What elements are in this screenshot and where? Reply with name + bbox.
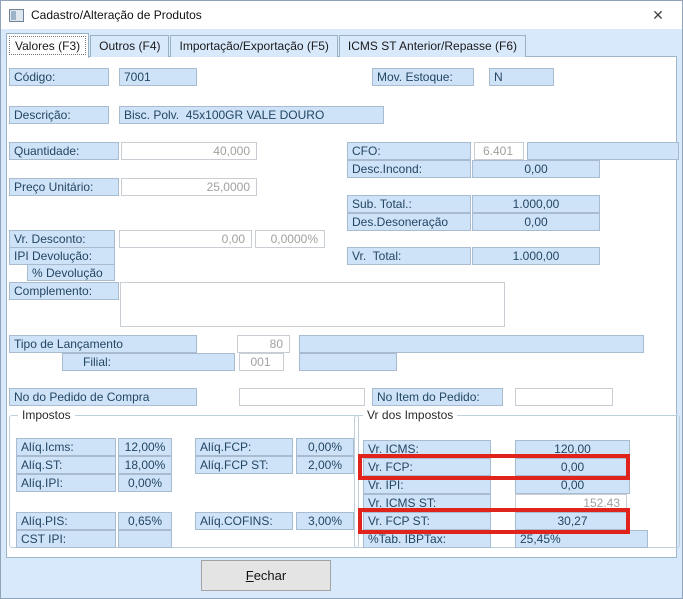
quantidade-label: Quantidade: xyxy=(9,142,119,160)
aliq-pis-label: Alíq.PIS: xyxy=(16,512,116,530)
des-desoneracao-field[interactable]: 0,00 xyxy=(472,213,600,231)
vr-impostos-group-title: Vr dos Impostos xyxy=(363,408,457,422)
cfo-label: CFO: xyxy=(347,142,471,160)
vr-icms-label: Vr. ICMS: xyxy=(363,440,491,458)
aliq-icms-label: Alíq.Icms: xyxy=(16,438,116,456)
complemento-label: Complemento: xyxy=(9,282,119,300)
vr-fcp-st-field[interactable]: 30,27 xyxy=(515,512,630,530)
complemento-input[interactable] xyxy=(120,282,505,327)
aliq-ipi-field[interactable]: 0,00% xyxy=(118,474,172,492)
fechar-mnemonic: F xyxy=(246,568,254,583)
vr-ipi-field[interactable]: 0,00 xyxy=(515,476,630,494)
vr-fcp-label: Vr. FCP: xyxy=(363,458,491,476)
des-desoneracao-label: Des.Desoneração xyxy=(347,213,471,231)
quantidade-field: 40,000 xyxy=(121,142,257,160)
tab-importacao-exportacao[interactable]: Importação/Exportação (F5) xyxy=(170,35,337,57)
codigo-label: Código: xyxy=(9,68,109,86)
vr-desconto-label: Vr. Desconto: xyxy=(9,230,115,248)
sub-total-field[interactable]: 1.000,00 xyxy=(472,195,600,213)
preco-unitario-field: 25,0000 xyxy=(121,178,257,196)
app-icon xyxy=(9,9,24,22)
aliq-fcp-st-label: Alíq.FCP ST: xyxy=(195,456,293,474)
vr-impostos-group: Vr dos Impostos Vr. ICMS: 120,00 Vr. FCP… xyxy=(354,415,680,548)
descricao-field[interactable]: Bisc. Polv. 45x100GR VALE DOURO xyxy=(119,106,384,124)
cfo-extra-field[interactable] xyxy=(527,142,679,160)
descricao-label: Descrição: xyxy=(9,106,109,124)
tab-valores[interactable]: Valores (F3) xyxy=(6,33,89,58)
vr-total-field[interactable]: 1.000,00 xyxy=(472,247,600,265)
cst-ipi-field[interactable] xyxy=(118,530,172,548)
tab-bar: Valores (F3) Outros (F4) Importação/Expo… xyxy=(6,31,527,57)
tipo-lancamento-label: Tipo de Lançamento xyxy=(9,335,197,353)
tab-ibptax-label: %Tab. IBPTax: xyxy=(363,530,491,548)
fechar-rest: echar xyxy=(254,568,287,583)
preco-unitario-label: Preço Unitário: xyxy=(9,178,119,196)
item-pedido-label: No Item do Pedido: xyxy=(372,388,503,406)
aliq-ipi-label: Alíq.IPI: xyxy=(16,474,116,492)
sub-total-label: Sub. Total.: xyxy=(347,195,471,213)
aliq-icms-field[interactable]: 12,00% xyxy=(118,438,172,456)
filial-desc-field[interactable] xyxy=(299,353,397,371)
vr-icms-st-field: 152.43 xyxy=(515,494,627,512)
dialog-footer: Fechar xyxy=(1,558,683,599)
tipo-lancamento-desc-field[interactable] xyxy=(299,335,644,353)
vr-fcp-field[interactable]: 0,00 xyxy=(515,458,630,476)
close-icon[interactable]: ✕ xyxy=(648,5,668,25)
cfo-field: 6.401 xyxy=(474,142,524,160)
aliq-cofins-label: Alíq.COFINS: xyxy=(195,512,293,530)
tab-outros[interactable]: Outros (F4) xyxy=(90,35,169,57)
aliq-st-field[interactable]: 18,00% xyxy=(118,456,172,474)
aliq-fcp-st-field[interactable]: 2,00% xyxy=(296,456,354,474)
vr-fcp-st-label: Vr. FCP ST: xyxy=(363,512,491,530)
vr-icms-st-label: Vr. ICMS ST: xyxy=(363,494,491,512)
aliq-cofins-field[interactable]: 3,00% xyxy=(296,512,354,530)
item-pedido-input[interactable] xyxy=(515,388,613,406)
vr-icms-field[interactable]: 120,00 xyxy=(515,440,630,458)
tab-ibptax-field[interactable]: 25,45% xyxy=(515,530,648,548)
ipi-devolucao-label: IPI Devolução: xyxy=(9,247,115,265)
tab-page-valores: Código: 7001 Mov. Estoque: N Descrição: … xyxy=(6,56,677,558)
vr-ipi-label: Vr. IPI: xyxy=(363,476,491,494)
desc-incond-field[interactable]: 0,00 xyxy=(472,160,600,178)
vr-total-label: Vr. Total: xyxy=(347,247,471,265)
mov-estoque-label: Mov. Estoque: xyxy=(372,68,474,86)
pedido-compra-label: No do Pedido de Compra xyxy=(9,388,197,406)
filial-field: 001 xyxy=(239,353,284,371)
desc-incond-label: Desc.Incond: xyxy=(347,160,471,178)
aliq-fcp-label: Alíq.FCP: xyxy=(195,438,293,456)
impostos-group: Impostos Alíq.Icms: 12,00% Alíq.FCP: 0,0… xyxy=(9,415,359,548)
fechar-button[interactable]: Fechar xyxy=(201,560,331,591)
vr-desconto-field: 0,00 xyxy=(119,230,252,248)
tipo-lancamento-field: 80 xyxy=(237,335,290,353)
tab-icms-st-anterior[interactable]: ICMS ST Anterior/Repasse (F6) xyxy=(339,35,526,57)
titlebar: Cadastro/Alteração de Produtos ✕ xyxy=(1,1,682,29)
cst-ipi-label: CST IPI: xyxy=(16,530,116,548)
dialog-body: Valores (F3) Outros (F4) Importação/Expo… xyxy=(1,29,683,599)
impostos-group-title: Impostos xyxy=(18,408,75,422)
codigo-field[interactable]: 7001 xyxy=(119,68,197,86)
aliq-st-label: Alíq.ST: xyxy=(16,456,116,474)
aliq-fcp-field[interactable]: 0,00% xyxy=(296,438,354,456)
vr-desconto-percent-field: 0,0000% xyxy=(255,230,325,248)
pct-devolucao-label: % Devolução xyxy=(27,264,115,281)
product-dialog: Cadastro/Alteração de Produtos ✕ Valores… xyxy=(0,0,683,599)
filial-label: Filial: xyxy=(62,353,235,371)
pedido-compra-input[interactable] xyxy=(239,388,365,406)
window-title: Cadastro/Alteração de Produtos xyxy=(31,8,202,22)
aliq-pis-field[interactable]: 0,65% xyxy=(118,512,172,530)
mov-estoque-field[interactable]: N xyxy=(489,68,554,86)
